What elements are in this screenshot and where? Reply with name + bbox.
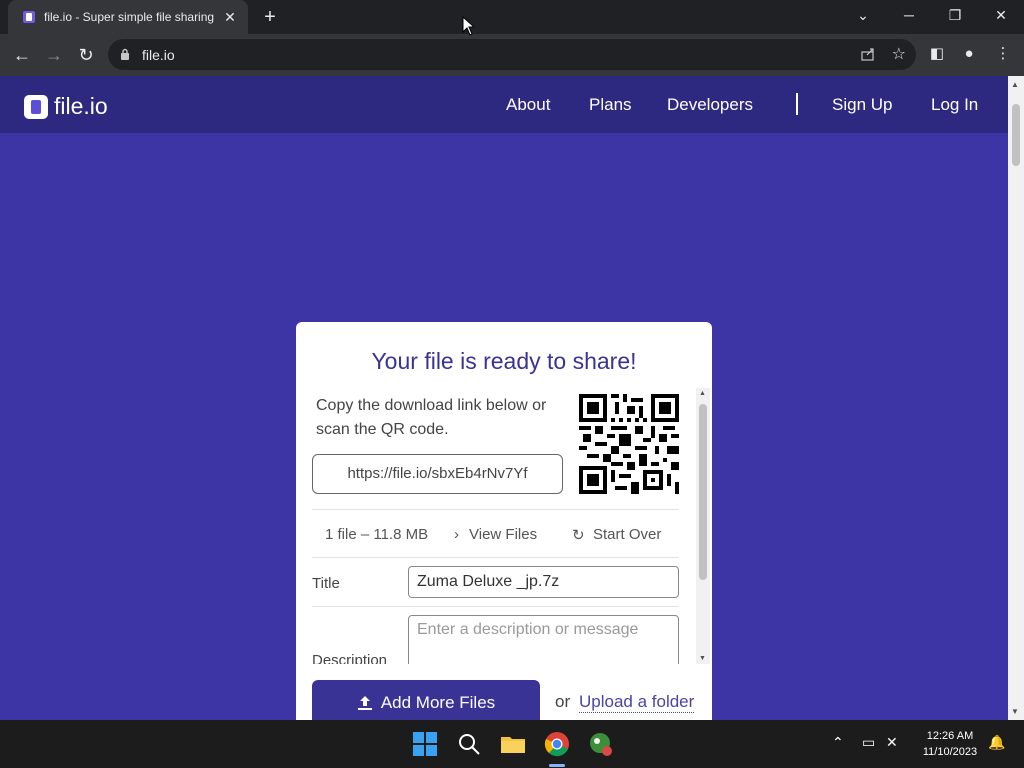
divider [312,509,679,510]
share-instructions: Copy the download link below or scan the… [316,397,547,438]
card-scrollbar[interactable]: ▲ ▼ [696,388,710,664]
tab-close-icon[interactable]: ✕ [222,9,238,26]
divider [312,606,679,607]
tab-search-icon[interactable]: ⌄ [840,0,886,30]
mouse-cursor-icon [462,16,474,36]
lock-icon [121,48,129,60]
upload-folder-link[interactable]: Upload a folder [579,692,695,713]
scroll-down-icon[interactable]: ▼ [699,655,706,662]
search-icon[interactable] [455,730,483,758]
nav-plans[interactable]: Plans [589,95,632,115]
nav-log-in[interactable]: Log In [931,95,978,115]
view-files-link[interactable]: View Files [469,526,537,543]
file-summary: 1 file – 11.8 MB [325,526,429,543]
page-scroll-down-icon[interactable]: ▼ [1011,707,1019,716]
clock-time: 12:26 AM [926,730,974,742]
scroll-up-icon[interactable]: ▲ [699,390,706,397]
site-logo[interactable]: file.io [24,93,108,120]
browser-toolbar: ← → ↻ file.io ☆ ◧ ● ⋮ [0,34,1024,76]
file-explorer-icon[interactable] [499,730,527,758]
divider [312,557,679,558]
page-scrollbar-thumb[interactable] [1012,104,1020,166]
volume-muted-icon[interactable]: ✕ [886,734,898,751]
fileio-logo-icon [24,94,48,119]
close-window-icon[interactable]: ✕ [978,0,1024,30]
browser-tab[interactable]: file.io - Super simple file sharing ✕ [8,0,248,34]
add-more-files-button[interactable]: Add More Files [312,680,540,720]
refresh-icon: ↻ [572,527,585,544]
bookmark-star-icon[interactable]: ☆ [892,44,906,64]
tab-title: file.io - Super simple file sharing [44,10,215,24]
card-title: Your file is ready to share! [371,348,637,374]
system-clock[interactable]: 12:26 AM 11/10/2023 [914,728,986,760]
menu-kebab-icon[interactable]: ⋮ [994,45,1012,63]
address-url: file.io [142,47,175,63]
page-scroll-up-icon[interactable]: ▲ [1011,80,1019,89]
profile-icon[interactable]: ● [960,45,978,63]
show-hidden-icons-chevron-icon[interactable]: ⌃ [832,734,844,751]
notification-bell-icon[interactable]: 🔔 [988,734,1005,751]
title-label: Title [312,575,340,592]
back-arrow-icon[interactable]: ← [10,43,34,67]
active-app-indicator [549,764,565,767]
card-scroll-mask [296,664,712,678]
forward-arrow-icon[interactable]: → [42,43,66,67]
start-over-link[interactable]: Start Over [593,526,661,543]
fileio-favicon-icon [23,11,35,23]
page-scrollbar[interactable]: ▲ ▼ [1008,76,1024,720]
chrome-icon[interactable] [543,730,571,758]
share-card: Your file is ready to share! Copy the do… [296,322,712,720]
qr-code [579,394,679,494]
reload-icon[interactable]: ↻ [74,43,98,67]
share-icon[interactable] [860,46,876,62]
download-link-field[interactable]: https://file.io/sbxEb4rNv7Yf [312,454,563,494]
restore-icon[interactable]: ❐ [932,0,978,30]
new-tab-button[interactable]: + [258,6,282,28]
add-more-files-label: Add More Files [380,693,496,712]
logo-text: file.io [54,93,108,119]
site-header: file.io About Plans Developers Sign Up L… [0,76,1008,133]
nav-separator [796,93,798,115]
nav-sign-up[interactable]: Sign Up [832,95,892,115]
upload-icon [357,696,372,710]
network-icon[interactable]: ▭ [862,734,875,751]
title-input[interactable]: Zuma Deluxe _jp.7z [408,566,679,598]
nav-about[interactable]: About [506,95,550,115]
minimize-icon[interactable]: ─ [886,0,932,30]
page-content: file.io About Plans Developers Sign Up L… [0,76,1008,720]
chevron-right-icon: › [454,526,459,543]
side-panel-icon[interactable]: ◧ [928,45,946,63]
card-scrollbar-thumb[interactable] [699,404,707,580]
address-bar[interactable]: file.io ☆ [108,39,916,70]
nav-developers[interactable]: Developers [667,95,753,115]
windows-taskbar: ⌃ ▭ ✕ 12:26 AM 11/10/2023 🔔 [0,720,1024,768]
clock-date: 11/10/2023 [922,746,978,758]
browser-tabbar: file.io - Super simple file sharing ✕ + … [0,0,1024,34]
or-text: or [555,692,571,711]
game-app-icon[interactable] [587,730,615,758]
windows-start-icon[interactable] [411,730,439,758]
